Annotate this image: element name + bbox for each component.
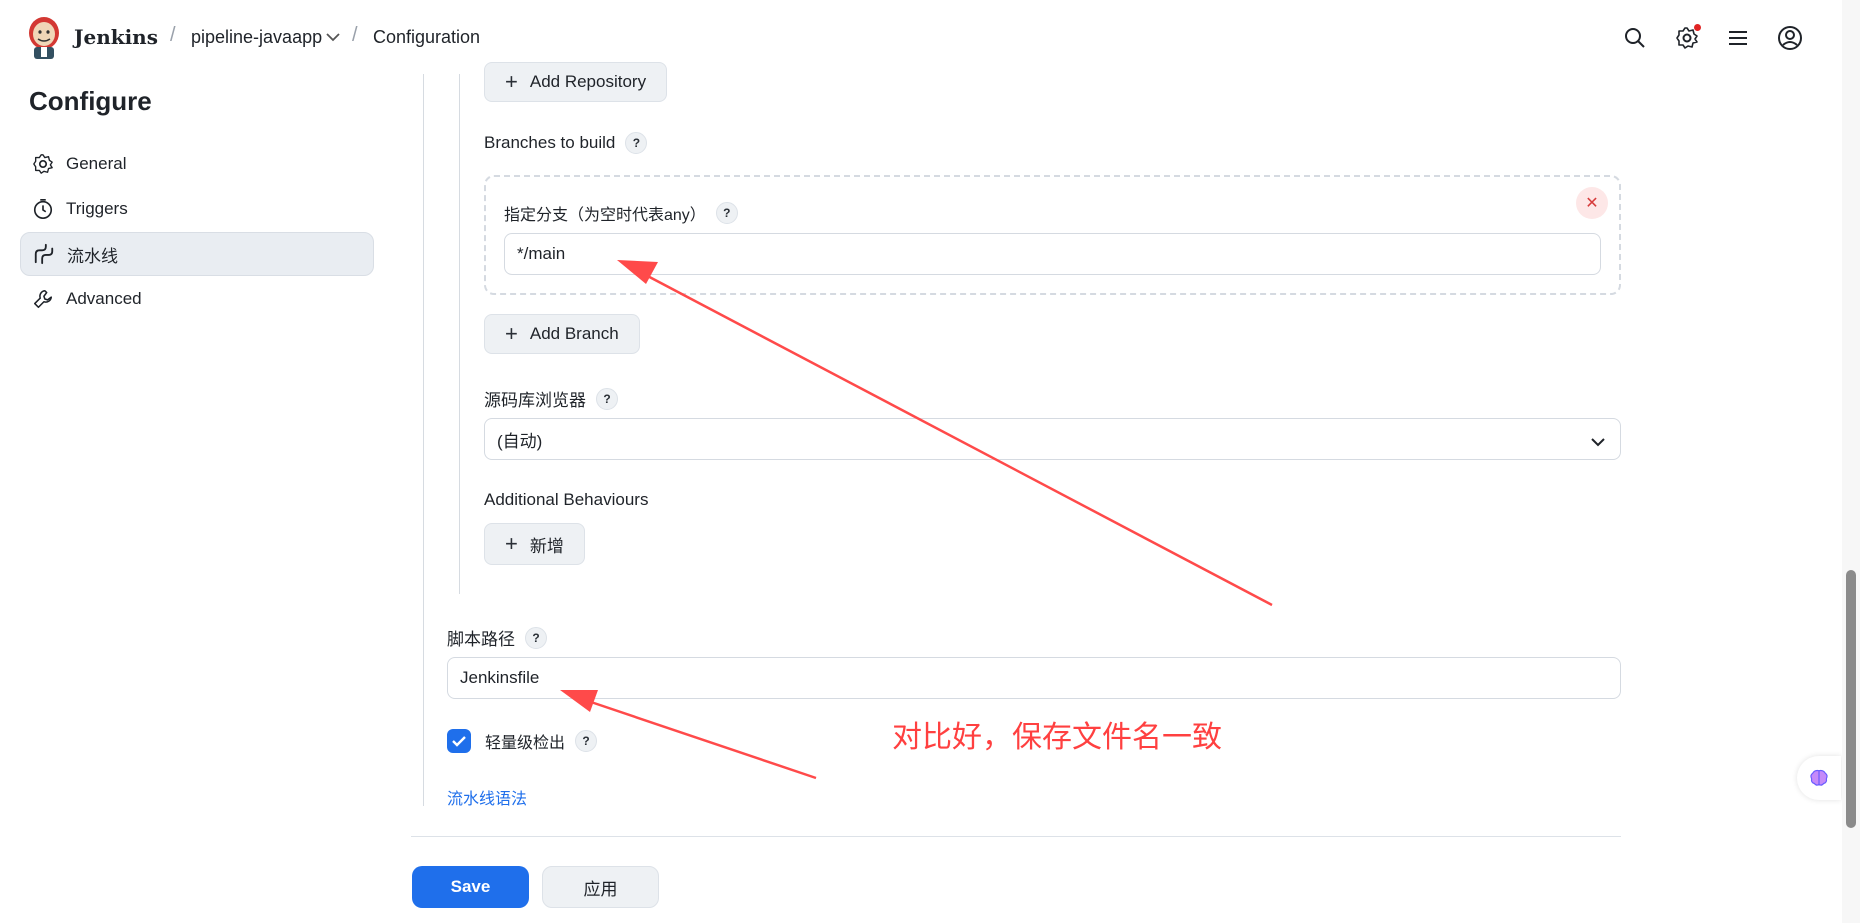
save-button[interactable]: Save xyxy=(412,866,529,908)
annotation-arrow-branch xyxy=(639,270,1273,607)
annotation-arrows xyxy=(560,260,1273,780)
assistant-brain-icon[interactable] xyxy=(1797,756,1841,800)
annotation-arrow-script xyxy=(584,698,817,780)
apply-button[interactable]: 应用 xyxy=(542,866,659,908)
arrowhead xyxy=(560,690,598,712)
footer-divider xyxy=(411,836,1621,837)
scrollbar-thumb[interactable] xyxy=(1846,570,1856,828)
arrowhead xyxy=(617,260,658,284)
